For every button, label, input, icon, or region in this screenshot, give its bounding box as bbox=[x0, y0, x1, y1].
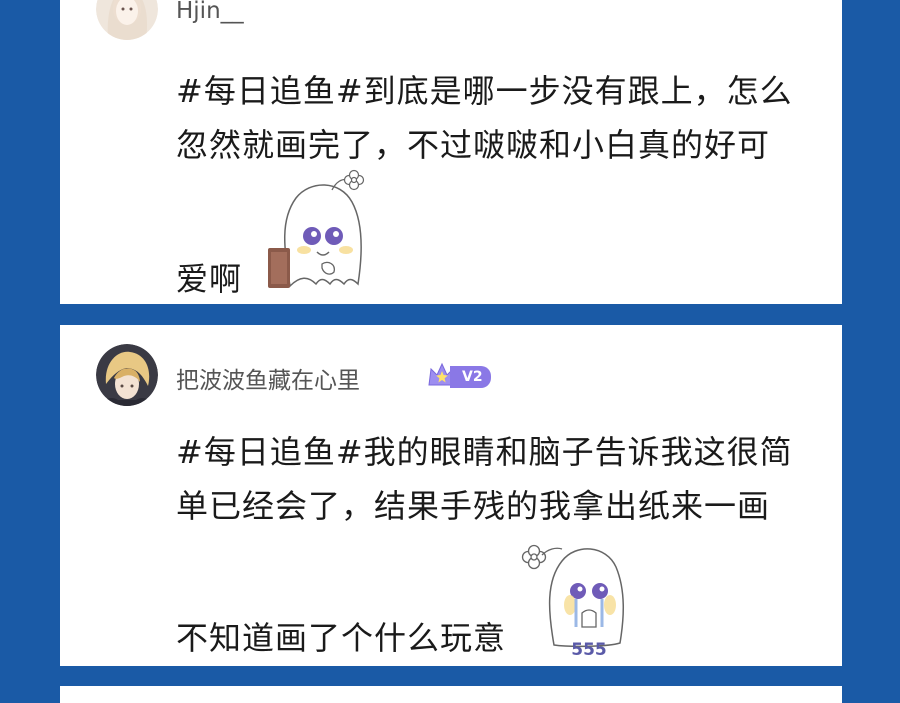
sticker-caption: 555 bbox=[571, 640, 607, 660]
crying-ghost-555-sticker: 555 bbox=[518, 535, 638, 665]
comment-text-line: 忽然就画完了，不过啵啵和小白真的好可 bbox=[176, 126, 771, 164]
username[interactable]: 把波波鱼藏在心里 bbox=[176, 361, 360, 395]
vip-level: V2 bbox=[450, 366, 491, 388]
comment-card bbox=[60, 686, 842, 703]
avatar[interactable] bbox=[96, 0, 158, 40]
comment-text: #每日追鱼#到底是哪一步没有跟上，怎么 忽然就画完了，不过啵啵和小白真的好可 bbox=[176, 64, 816, 172]
comment-card: 把波波鱼藏在心里 V2 #每日追鱼#我的眼睛和脑子告诉我这很简 单已经会了，结果… bbox=[60, 325, 842, 666]
comment-text: #每日追鱼#我的眼睛和脑子告诉我这很简 单已经会了，结果手残的我拿出纸来一画 bbox=[176, 425, 816, 533]
comment-card: Hjin__ #每日追鱼#到底是哪一步没有跟上，怎么 忽然就画完了，不过啵啵和小… bbox=[60, 0, 842, 304]
vip-badge: V2 bbox=[426, 361, 491, 393]
comment-text-line: 不知道画了个什么玩意 bbox=[176, 619, 507, 657]
comment-text-line: 单已经会了，结果手残的我拿出纸来一画 bbox=[176, 487, 771, 525]
avatar[interactable] bbox=[96, 344, 158, 406]
comment-text-line: 爱啊 bbox=[176, 260, 243, 298]
comment-text-line: #每日追鱼#到底是哪一步没有跟上，怎么 bbox=[176, 72, 793, 110]
username[interactable]: Hjin__ bbox=[176, 0, 244, 24]
crying-ghost-holding-book-sticker bbox=[262, 168, 382, 296]
comment-text-line: #每日追鱼#我的眼睛和脑子告诉我这很简 bbox=[176, 433, 793, 471]
